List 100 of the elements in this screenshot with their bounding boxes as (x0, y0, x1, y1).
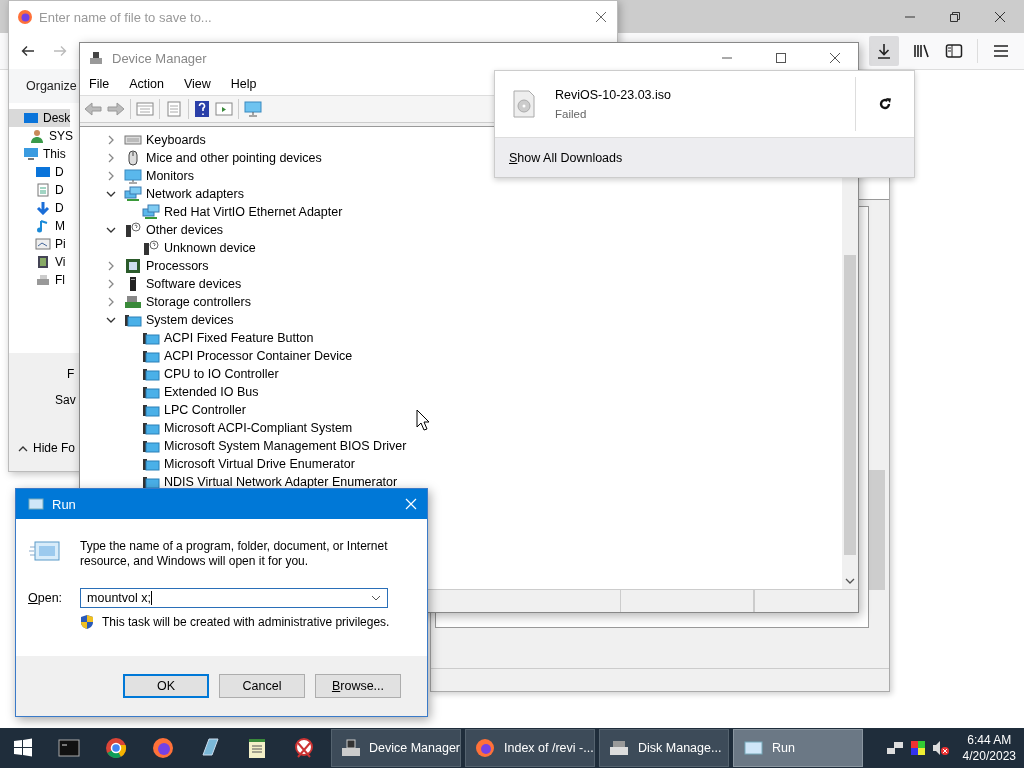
dialog-button[interactable]: OK (123, 674, 209, 698)
dialog-button[interactable]: Cancel (219, 674, 305, 698)
tree-item[interactable]: Red Hat VirtIO Ethernet Adapter (164, 205, 343, 219)
sidebar-item[interactable]: Pi (9, 235, 66, 253)
chevron-down-icon[interactable] (106, 225, 116, 235)
tree-item[interactable]: Monitors (146, 169, 194, 183)
window-title: Device Manager (112, 50, 207, 66)
taskbar-button[interactable]: Disk Manage... (599, 729, 729, 767)
taskbar-button[interactable]: Device Manager (331, 729, 461, 767)
description-text: Type the name of a program, folder, document, or Internet resource, and Windows will open it for you. (80, 539, 389, 569)
taskbar-button[interactable]: Run (733, 729, 863, 767)
color-palette-icon[interactable] (909, 740, 926, 756)
close-icon[interactable] (595, 11, 607, 23)
menu-item[interactable]: View (183, 77, 211, 91)
terminal-icon[interactable] (58, 739, 80, 757)
unknown-device-icon (124, 222, 142, 238)
tree-item[interactable]: Unknown device (164, 241, 256, 255)
desktop-icon (23, 111, 39, 125)
tree-item[interactable]: Keyboards (146, 133, 206, 147)
chevron-down-icon[interactable] (106, 189, 116, 199)
system-folder-icon (142, 366, 160, 382)
tree-item[interactable]: Microsoft System Management BIOS Driver (164, 439, 407, 453)
chrome-icon[interactable] (105, 737, 127, 759)
tree-item[interactable]: CPU to IO Controller (164, 367, 279, 381)
back-arrow-icon[interactable] (21, 45, 35, 57)
sidebar-item[interactable]: SYS (9, 127, 73, 145)
help-icon[interactable] (194, 100, 210, 118)
system-folder-icon (142, 402, 160, 418)
start-icon[interactable] (13, 738, 33, 758)
dialog-title: Enter name of file to save to... (39, 9, 213, 25)
tree-item[interactable]: Microsoft ACPI-Compliant System (164, 421, 353, 435)
picture-icon (35, 237, 51, 251)
download-icon (876, 43, 892, 59)
chevron-right-icon[interactable] (106, 171, 116, 181)
firefox-icon (474, 738, 496, 758)
system-folder-icon (124, 312, 142, 328)
system-folder-icon (142, 384, 160, 400)
organize-menu[interactable]: Organize (26, 79, 77, 93)
device-manager-icon (340, 738, 361, 758)
menu-item[interactable]: Action (129, 77, 164, 91)
close-icon[interactable] (994, 10, 1006, 23)
sidebar-item[interactable]: D (9, 181, 64, 199)
show-all-downloads-button[interactable]: Show All Downloads (495, 138, 914, 177)
library-icon[interactable] (913, 43, 931, 59)
taskbar-button[interactable]: Index of /revi -... (465, 729, 595, 767)
hide-folders-button[interactable]: Hide Fo (18, 441, 76, 455)
menu-icon[interactable] (992, 43, 1010, 59)
tree-item[interactable]: Software devices (146, 277, 242, 291)
tree-item[interactable]: ACPI Processor Container Device (164, 349, 353, 363)
system-folder-icon (142, 330, 160, 346)
chevron-right-icon[interactable] (106, 279, 116, 289)
chevron-down-icon[interactable] (106, 315, 116, 325)
retry-icon[interactable] (878, 97, 892, 111)
chevron-down-icon[interactable] (845, 578, 855, 585)
sidebar-item[interactable]: D (9, 163, 64, 181)
tree-item[interactable]: NDIS Virtual Network Adapter Enumerator (164, 475, 398, 489)
menu-item[interactable]: Help (230, 77, 257, 91)
close-icon[interactable] (829, 52, 841, 64)
field-label: Sav (55, 393, 76, 407)
sidebar-icon[interactable] (945, 43, 963, 59)
chevron-right-icon[interactable] (106, 135, 116, 145)
menu-item[interactable]: File (89, 77, 110, 91)
chevron-right-icon[interactable] (106, 297, 116, 307)
speaker-muted-icon[interactable] (931, 740, 950, 756)
tree-item[interactable]: LPC Controller (164, 403, 246, 417)
sidebar-item[interactable]: M (9, 217, 65, 235)
sidebar-item[interactable]: Desk (9, 109, 71, 127)
dialog-button[interactable]: Browse... (315, 674, 401, 698)
sidebar-item[interactable]: D (9, 199, 64, 217)
system-folder-icon (142, 420, 160, 436)
restore-icon[interactable] (949, 10, 961, 23)
chevron-right-icon[interactable] (106, 261, 116, 271)
update-driver-icon[interactable] (215, 101, 233, 117)
field-label: F (67, 367, 75, 381)
chevron-right-icon[interactable] (106, 153, 116, 163)
tree-item[interactable]: ACPI Fixed Feature Button (164, 331, 314, 345)
dropdown-caret-icon[interactable] (371, 595, 382, 601)
tree-item[interactable]: Microsoft Virtual Drive Enumerator (164, 457, 355, 471)
network-icon (124, 186, 142, 202)
tree-item[interactable]: Other devices (146, 223, 224, 237)
clock[interactable]: 6:44 AM 4/20/2023 (952, 732, 1024, 764)
system-folder-icon (142, 456, 160, 472)
network-icon[interactable] (885, 740, 904, 756)
firefox-icon[interactable] (152, 737, 174, 759)
sidebar-item[interactable]: This (9, 145, 66, 163)
tree-item[interactable]: Storage controllers (146, 295, 251, 309)
download-status: Failed (555, 108, 588, 120)
tree-item[interactable]: Processors (146, 259, 209, 273)
downloads-button[interactable] (869, 36, 899, 66)
tree-item[interactable]: System devices (146, 313, 234, 327)
notepad-icon[interactable] (246, 737, 268, 759)
tree-item[interactable]: Extended IO Bus (164, 385, 259, 399)
tree-item[interactable]: Network adapters (146, 187, 244, 201)
unknown-device-icon (142, 240, 160, 256)
desktop-icon (35, 165, 51, 179)
sidebar-item[interactable]: Vi (9, 253, 66, 271)
maximize-icon[interactable] (775, 52, 787, 64)
tree-item[interactable]: Mice and other pointing devices (146, 151, 322, 165)
command-input-field[interactable]: mountvol x; (80, 588, 389, 608)
sidebar-item[interactable]: Fl (9, 271, 65, 289)
